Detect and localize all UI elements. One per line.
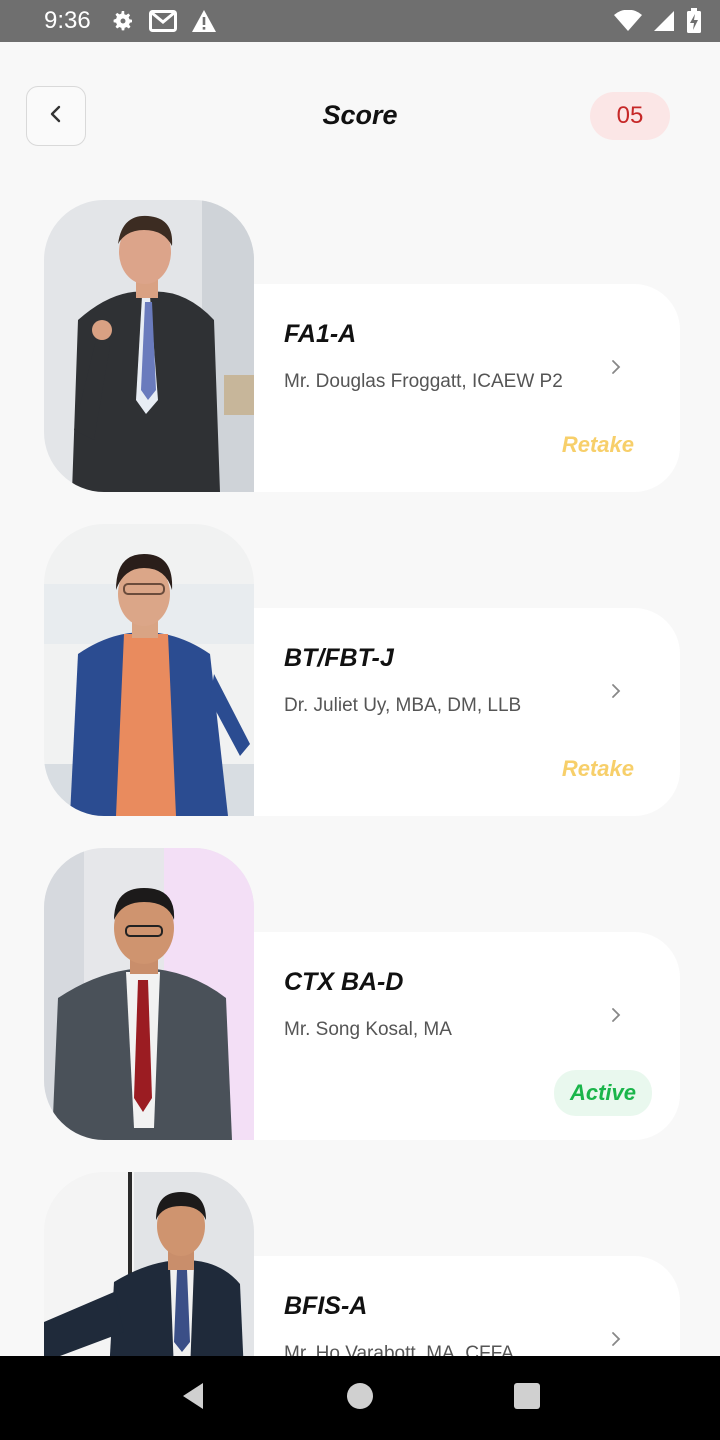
retake-button[interactable]: Retake <box>562 432 634 458</box>
header: Score 05 <box>0 86 720 146</box>
course-code: BT/FBT-J <box>284 644 394 672</box>
nav-recents-icon[interactable] <box>513 1382 541 1415</box>
course-card[interactable]: BFIS-A Mr. Ho Varabott, MA, CFFA <box>254 1256 680 1356</box>
course-instructor: Mr. Ho Varabott, MA, CFFA <box>284 1343 514 1356</box>
course-item[interactable]: FA1-A Mr. Douglas Froggatt, ICAEW P2 Ret… <box>44 200 680 492</box>
active-status-badge[interactable]: Active <box>553 1070 652 1116</box>
instructor-photo <box>44 1172 254 1356</box>
nav-back-icon[interactable] <box>179 1381 207 1416</box>
nav-home-icon[interactable] <box>346 1382 374 1415</box>
course-code: FA1-A <box>284 320 357 348</box>
course-card[interactable]: CTX BA-D Mr. Song Kosal, MA Active <box>254 932 680 1140</box>
course-item[interactable]: CTX BA-D Mr. Song Kosal, MA Active <box>44 848 680 1140</box>
course-instructor: Mr. Douglas Froggatt, ICAEW P2 <box>284 371 563 392</box>
score-badge: 05 <box>590 92 670 140</box>
status-time: 9:36 <box>44 7 91 34</box>
chevron-right-icon <box>610 1006 622 1029</box>
gmail-icon <box>148 10 177 32</box>
settings-gear-icon <box>111 9 135 33</box>
cell-signal-icon <box>652 10 676 32</box>
course-list: FA1-A Mr. Douglas Froggatt, ICAEW P2 Ret… <box>0 200 720 1356</box>
chevron-right-icon <box>610 682 622 705</box>
warning-icon <box>191 9 217 33</box>
course-card[interactable]: BT/FBT-J Dr. Juliet Uy, MBA, DM, LLB Ret… <box>254 608 680 816</box>
instructor-photo <box>44 848 254 1140</box>
chevron-right-icon <box>610 358 622 381</box>
retake-button[interactable]: Retake <box>562 756 634 782</box>
battery-charging-icon <box>686 8 702 34</box>
status-bar: 9:36 <box>0 0 720 42</box>
course-item[interactable]: BFIS-A Mr. Ho Varabott, MA, CFFA <box>44 1172 680 1356</box>
course-instructor: Dr. Juliet Uy, MBA, DM, LLB <box>284 695 522 716</box>
instructor-photo <box>44 200 254 492</box>
course-code: BFIS-A <box>284 1292 368 1320</box>
course-item[interactable]: BT/FBT-J Dr. Juliet Uy, MBA, DM, LLB Ret… <box>44 524 680 816</box>
wifi-icon <box>614 10 642 32</box>
system-nav-bar <box>0 1356 720 1440</box>
course-code: CTX BA-D <box>284 968 404 996</box>
course-instructor: Mr. Song Kosal, MA <box>284 1019 452 1040</box>
course-card[interactable]: FA1-A Mr. Douglas Froggatt, ICAEW P2 Ret… <box>254 284 680 492</box>
instructor-photo <box>44 524 254 816</box>
chevron-right-icon <box>610 1330 622 1353</box>
